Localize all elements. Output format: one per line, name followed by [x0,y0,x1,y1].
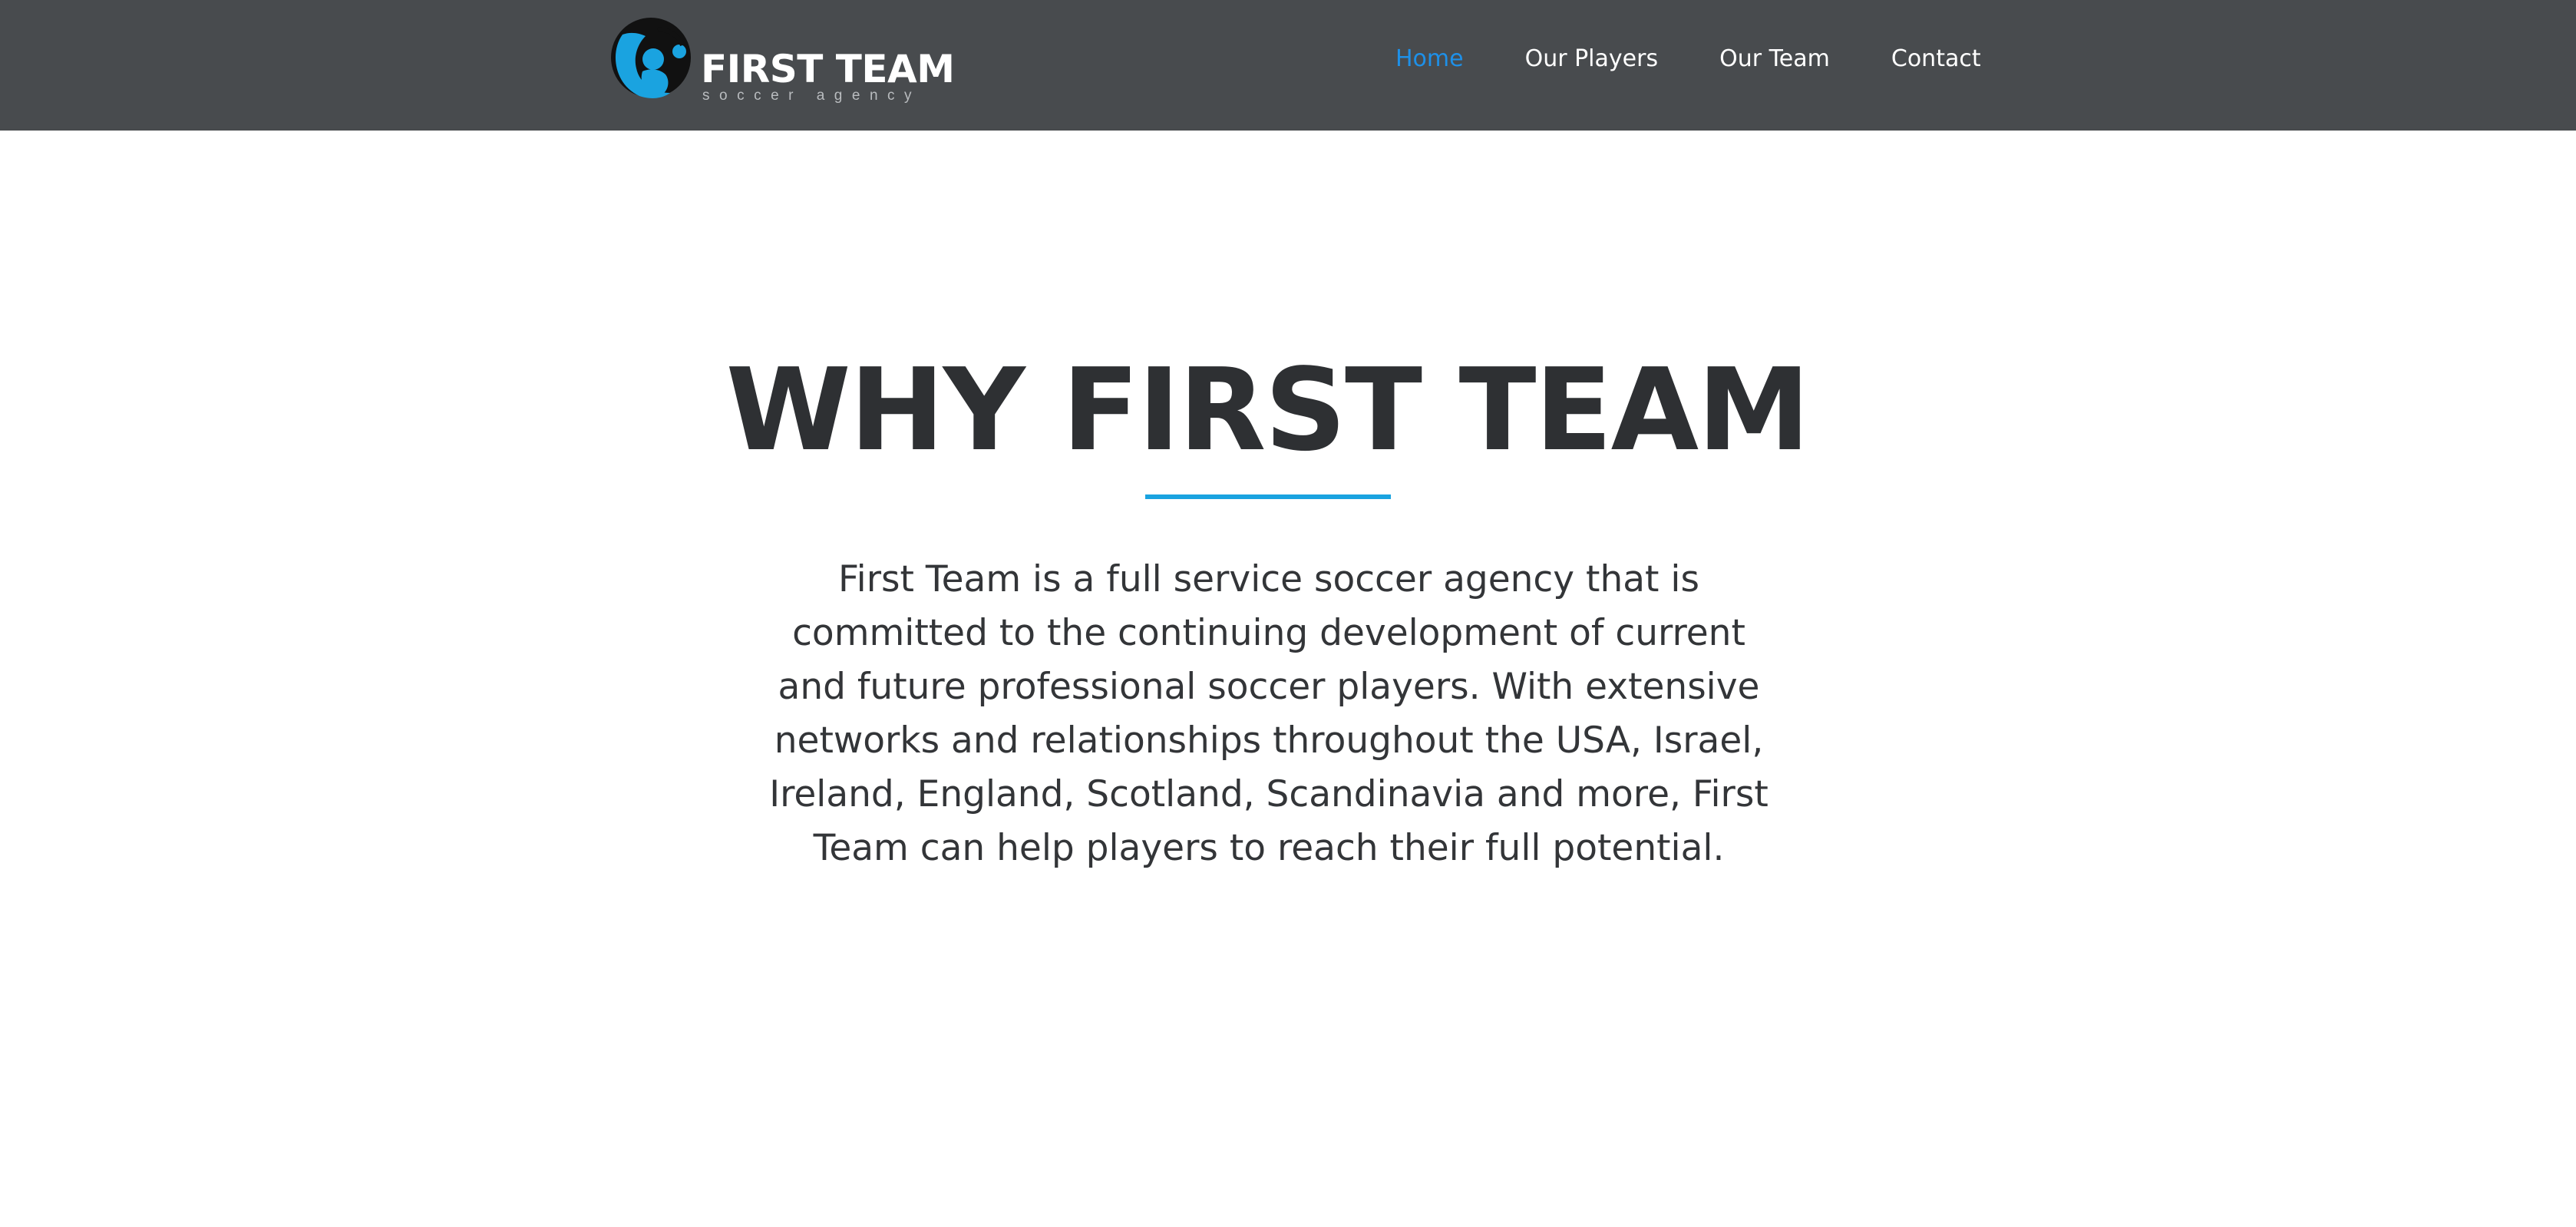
hero-description-line: committed to the continuing development … [792,612,1745,654]
hero-description-line: First Team is a full service soccer agen… [838,558,1699,600]
nav-contact-link[interactable]: Contact [1891,46,1981,71]
site-logo[interactable]: FIRST TEAM soccer agency [609,13,955,104]
nav-our-players-link[interactable]: Our Players [1525,46,1658,71]
soccer-player-logo-icon [611,18,691,98]
site-header: FIRST TEAM soccer agency Home Our Player… [0,0,2576,131]
hero-description: First Team is a full service soccer agen… [751,553,1787,875]
hero-title: WHY FIRST TEAM [725,344,1811,476]
logo-title: FIRST TEAM [701,47,955,91]
hero-description-line: Team can help players to reach their ful… [813,827,1725,869]
nav-home-link[interactable]: Home [1395,46,1464,71]
hero-description-line: networks and relationships throughout th… [774,719,1764,762]
hero-description-line: and future professional soccer players. … [778,666,1760,708]
main-nav: Home Our Players Our Team Contact [1395,46,1981,71]
title-underline-divider [1145,494,1391,499]
nav-our-team-link[interactable]: Our Team [1719,46,1830,71]
hero-description-line: Ireland, England, Scotland, Scandinavia … [769,773,1769,815]
logo-subtitle: soccer agency [702,88,922,104]
